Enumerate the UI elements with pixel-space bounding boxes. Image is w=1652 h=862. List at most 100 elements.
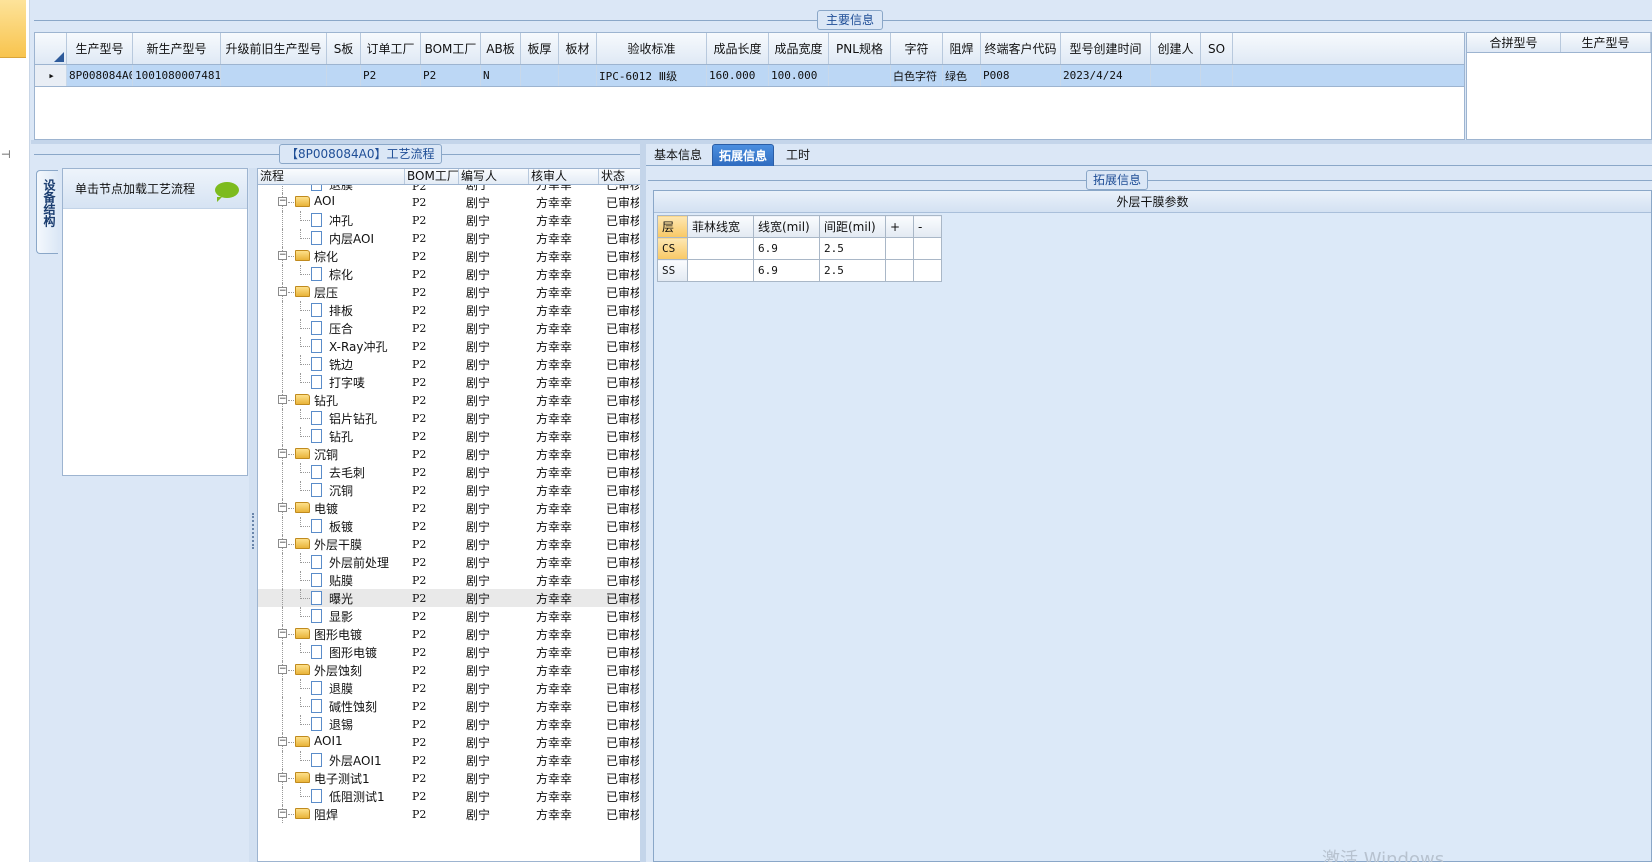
layer-cell[interactable]: CS bbox=[657, 237, 688, 260]
tree-node[interactable]: 显影 bbox=[258, 607, 405, 625]
remove-column-button[interactable]: - bbox=[913, 215, 942, 238]
tree-node[interactable]: − 钻孔 bbox=[258, 391, 405, 409]
tree-row[interactable]: − 阻焊 P2 剧宁 方幸幸 已审核 bbox=[258, 805, 670, 823]
tree-node[interactable]: − 层压 bbox=[258, 283, 405, 301]
table-cell[interactable]: P008 bbox=[981, 65, 1061, 86]
column-header[interactable]: 合拼型号 bbox=[1467, 33, 1561, 52]
tree-node[interactable]: 排板 bbox=[258, 301, 405, 319]
tree-row[interactable]: − 外层蚀刻 P2 剧宁 方幸幸 已审核 bbox=[258, 661, 670, 679]
tree-node[interactable]: 外层前处理 bbox=[258, 553, 405, 571]
table-cell[interactable]: 10010800074811 bbox=[133, 65, 221, 86]
tree-node[interactable]: 图形电镀 bbox=[258, 643, 405, 661]
tree-node[interactable]: 内层AOI bbox=[258, 229, 405, 247]
collapse-icon[interactable]: − bbox=[278, 665, 287, 674]
tree-node[interactable]: 板镀 bbox=[258, 517, 405, 535]
collapse-icon[interactable]: − bbox=[278, 809, 287, 818]
tree-node[interactable]: − 电子测试1 bbox=[258, 769, 405, 787]
column-header[interactable]: S板 bbox=[327, 33, 361, 64]
table-row[interactable]: ▸ 8P008084A0 10010800074811 P2 P2 N IPC-6012 Ⅲ… bbox=[35, 65, 1464, 87]
table-cell[interactable] bbox=[1201, 65, 1233, 86]
add-column-button[interactable]: + bbox=[885, 215, 914, 238]
param-cell[interactable] bbox=[687, 259, 754, 282]
column-header[interactable]: 字符 bbox=[891, 33, 943, 64]
tree-node[interactable]: X-Ray冲孔 bbox=[258, 337, 405, 355]
tree-row[interactable]: 排板 P2 剧宁 方幸幸 已审核 bbox=[258, 301, 670, 319]
tree-row[interactable]: 退膜 P2 剧宁 方幸幸 已审核 bbox=[258, 185, 670, 193]
tree-node[interactable]: − 沉铜 bbox=[258, 445, 405, 463]
tree-node[interactable]: 外层AOI1 bbox=[258, 751, 405, 769]
table-row[interactable]: SS 6.9 2.5 bbox=[657, 259, 942, 282]
tree-row[interactable]: 曝光 P2 剧宁 方幸幸 已审核 bbox=[258, 589, 670, 607]
tree-row[interactable]: − AOI P2 剧宁 方幸幸 已审核 bbox=[258, 193, 670, 211]
tree-node[interactable]: − 电镀 bbox=[258, 499, 405, 517]
param-column-header[interactable]: 间距(mil) bbox=[819, 215, 886, 238]
tree-row[interactable]: − 棕化 P2 剧宁 方幸幸 已审核 bbox=[258, 247, 670, 265]
table-cell[interactable]: 绿色 bbox=[943, 65, 981, 86]
param-cell[interactable]: 2.5 bbox=[819, 237, 886, 260]
tree-node[interactable]: 退锡 bbox=[258, 715, 405, 733]
tree-row[interactable]: − 外层干膜 P2 剧宁 方幸幸 已审核 bbox=[258, 535, 670, 553]
tree-row[interactable]: 显影 P2 剧宁 方幸幸 已审核 bbox=[258, 607, 670, 625]
param-cell[interactable]: 2.5 bbox=[819, 259, 886, 282]
tree-node[interactable]: 低阻测试1 bbox=[258, 787, 405, 805]
tree-row[interactable]: 打字唛 P2 剧宁 方幸幸 已审核 bbox=[258, 373, 670, 391]
tree-row[interactable]: 沉铜 P2 剧宁 方幸幸 已审核 bbox=[258, 481, 670, 499]
collapse-icon[interactable]: − bbox=[278, 629, 287, 638]
tree-row[interactable]: − 电子测试1 P2 剧宁 方幸幸 已审核 bbox=[258, 769, 670, 787]
param-cell[interactable] bbox=[913, 237, 942, 260]
node-hint-bar[interactable]: 单击节点加载工艺流程 bbox=[63, 169, 247, 209]
column-header[interactable]: SO bbox=[1201, 33, 1233, 64]
tree-row[interactable]: X-Ray冲孔 P2 剧宁 方幸幸 已审核 bbox=[258, 337, 670, 355]
tree-column-header[interactable]: 核审人 bbox=[529, 169, 599, 184]
tree-row[interactable]: 退锡 P2 剧宁 方幸幸 已审核 bbox=[258, 715, 670, 733]
column-header[interactable]: 验收标准 bbox=[597, 33, 707, 64]
column-header[interactable]: 成品宽度 bbox=[769, 33, 829, 64]
tree-node[interactable]: − 阻焊 bbox=[258, 805, 405, 823]
tree-node[interactable]: 沉铜 bbox=[258, 481, 405, 499]
param-cell[interactable]: 6.9 bbox=[753, 237, 820, 260]
column-header[interactable]: 成品长度 bbox=[707, 33, 769, 64]
tree-row[interactable]: 外层AOI1 P2 剧宁 方幸幸 已审核 bbox=[258, 751, 670, 769]
collapse-icon[interactable]: − bbox=[278, 251, 287, 260]
column-header[interactable]: BOM工厂 bbox=[421, 33, 481, 64]
tree-row[interactable]: 铣边 P2 剧宁 方幸幸 已审核 bbox=[258, 355, 670, 373]
tree-node[interactable]: 曝光 bbox=[258, 589, 405, 607]
table-cell[interactable]: 2023/4/24 bbox=[1061, 65, 1151, 86]
table-cell[interactable]: 160.000 bbox=[707, 65, 769, 86]
table-cell[interactable] bbox=[521, 65, 559, 86]
tree-row[interactable]: 钻孔 P2 剧宁 方幸幸 已审核 bbox=[258, 427, 670, 445]
column-header[interactable]: 新生产型号 bbox=[133, 33, 221, 64]
tree-row[interactable]: 棕化 P2 剧宁 方幸幸 已审核 bbox=[258, 265, 670, 283]
column-header[interactable]: 生产型号 bbox=[1561, 33, 1651, 52]
table-cell[interactable] bbox=[559, 65, 597, 86]
column-header[interactable]: 订单工厂 bbox=[361, 33, 421, 64]
tree-column-header[interactable]: 流程 bbox=[258, 169, 405, 184]
tree-row[interactable]: − AOI1 P2 剧宁 方幸幸 已审核 bbox=[258, 733, 670, 751]
tree-node[interactable]: 棕化 bbox=[258, 265, 405, 283]
column-header[interactable]: 终端客户代码 bbox=[981, 33, 1061, 64]
table-cell[interactable]: P2 bbox=[421, 65, 481, 86]
tree-node[interactable]: 打字唛 bbox=[258, 373, 405, 391]
collapse-icon[interactable]: − bbox=[278, 773, 287, 782]
tree-node[interactable]: 钻孔 bbox=[258, 427, 405, 445]
tree-node[interactable]: − AOI bbox=[258, 193, 405, 211]
column-header[interactable]: 阻焊 bbox=[943, 33, 981, 64]
tree-node[interactable]: − 棕化 bbox=[258, 247, 405, 265]
table-cell[interactable]: P2 bbox=[361, 65, 421, 86]
tree-row[interactable]: 外层前处理 P2 剧宁 方幸幸 已审核 bbox=[258, 553, 670, 571]
select-all-corner[interactable] bbox=[35, 33, 67, 64]
table-cell[interactable] bbox=[1151, 65, 1201, 86]
table-cell[interactable]: IPC-6012 Ⅲ级 bbox=[597, 65, 707, 86]
tree-node[interactable]: − 外层干膜 bbox=[258, 535, 405, 553]
column-header[interactable]: 升级前旧生产型号 bbox=[221, 33, 327, 64]
collapse-icon[interactable]: − bbox=[278, 287, 287, 296]
tree-node[interactable]: 压合 bbox=[258, 319, 405, 337]
tree-row[interactable]: 去毛刺 P2 剧宁 方幸幸 已审核 bbox=[258, 463, 670, 481]
table-cell[interactable]: 100.000 bbox=[769, 65, 829, 86]
tree-node[interactable]: 退膜 bbox=[258, 185, 405, 193]
param-cell[interactable] bbox=[913, 259, 942, 282]
tree-row[interactable]: − 钻孔 P2 剧宁 方幸幸 已审核 bbox=[258, 391, 670, 409]
table-cell[interactable] bbox=[829, 65, 891, 86]
collapse-icon[interactable]: − bbox=[278, 449, 287, 458]
tab-equipment-structure[interactable]: 设备结构 bbox=[36, 170, 58, 254]
